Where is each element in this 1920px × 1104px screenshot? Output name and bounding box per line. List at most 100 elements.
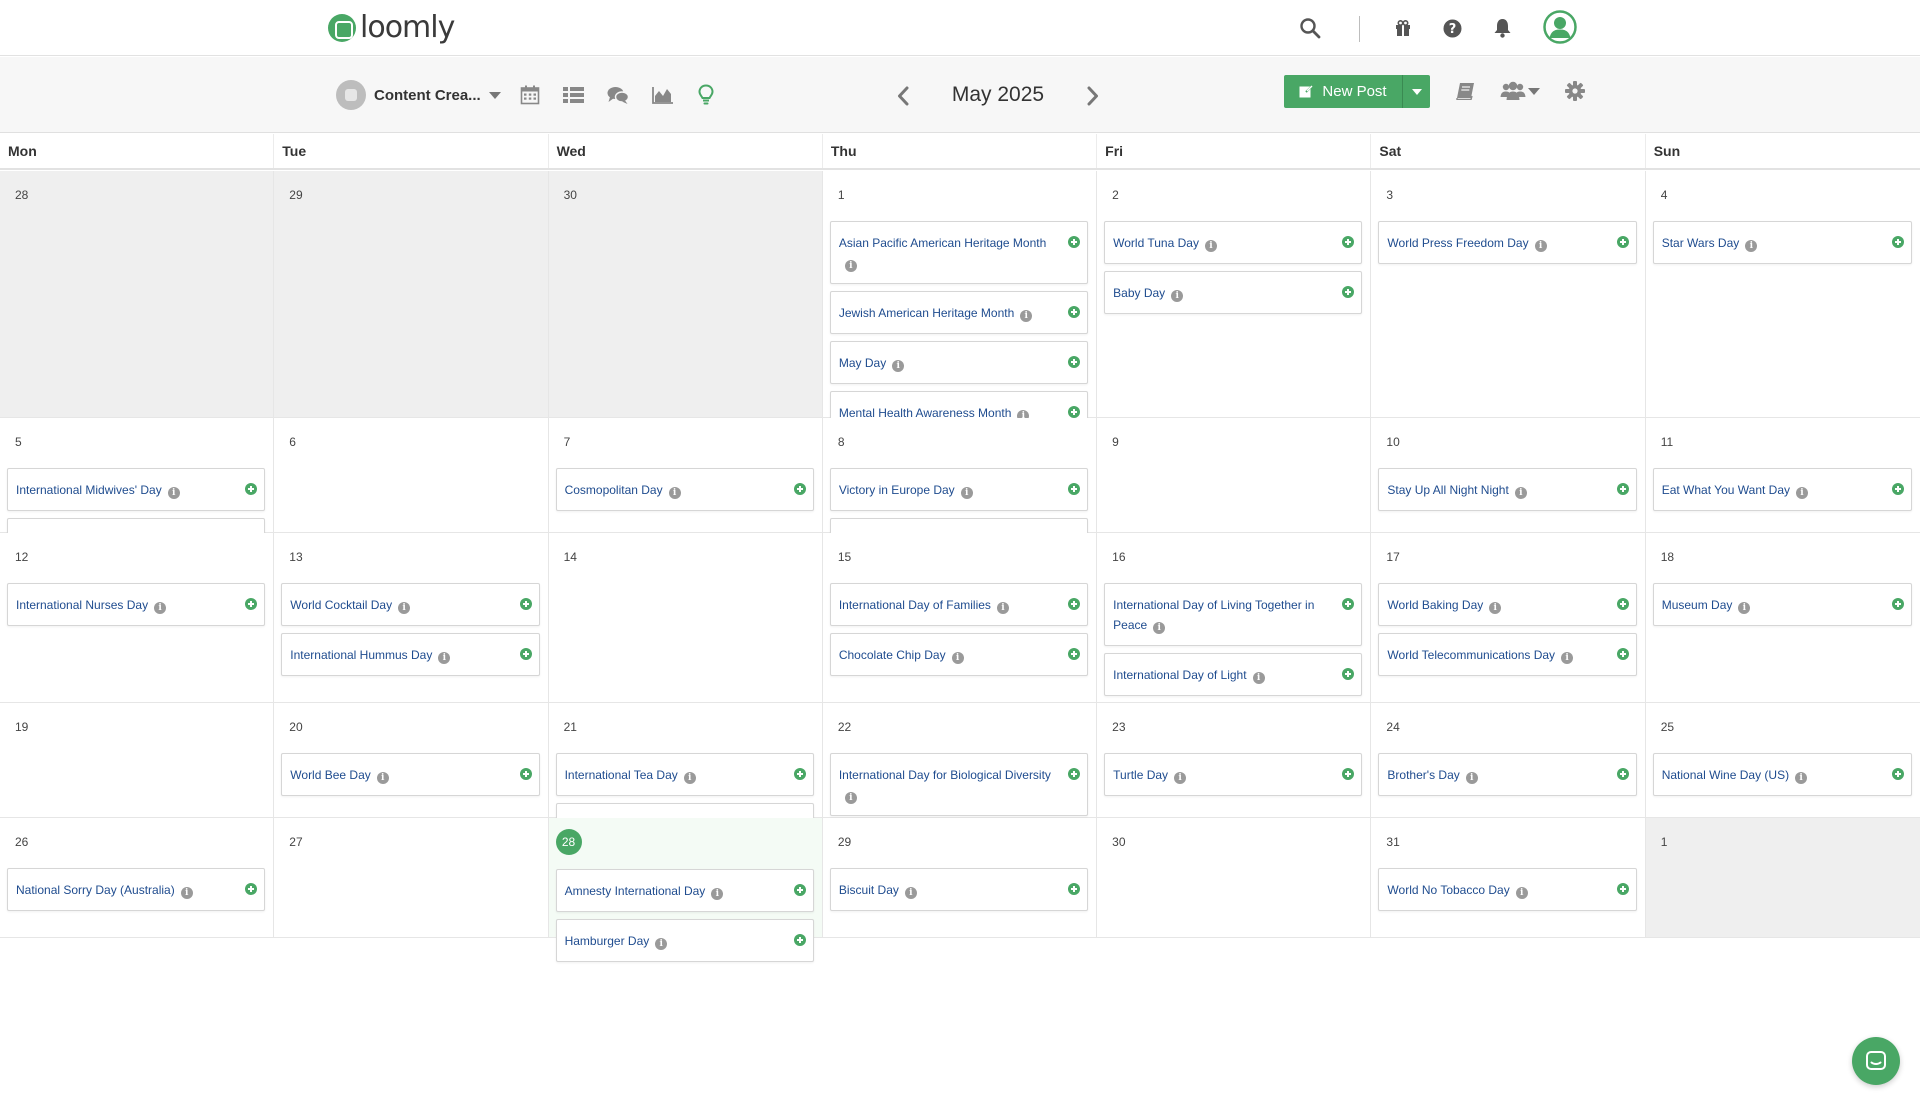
observance-event[interactable]: Amnesty International Day i xyxy=(555,869,814,912)
info-icon[interactable]: i xyxy=(1020,310,1033,322)
info-icon[interactable]: i xyxy=(668,487,681,499)
observance-event[interactable]: International Day of Families i xyxy=(829,583,1089,626)
day-cell[interactable]: 29 Biscuit Day i xyxy=(822,818,1098,938)
info-icon[interactable]: i xyxy=(844,792,857,804)
observance-event[interactable]: World Cocktail Day i xyxy=(281,583,540,626)
info-icon[interactable]: i xyxy=(1561,652,1574,664)
day-cell[interactable]: 12 International Nurses Day i xyxy=(0,533,275,703)
day-cell[interactable]: 5International Midwives' DayiCinco de Ma… xyxy=(0,418,275,561)
add-post-icon[interactable] xyxy=(1891,236,1904,248)
info-icon[interactable]: i xyxy=(1795,772,1808,784)
observance-event[interactable]: National Sorry Day (Australia) i xyxy=(7,868,266,911)
observance-event[interactable]: Biscuit Day i xyxy=(829,868,1089,911)
info-icon[interactable]: i xyxy=(1489,602,1502,614)
day-cell[interactable]: 8Victory in Europe DayiNo Socks Dayi xyxy=(822,418,1098,561)
add-post-icon[interactable] xyxy=(245,598,258,610)
observance-event[interactable]: Turtle Day i xyxy=(1104,753,1363,796)
info-icon[interactable]: i xyxy=(1515,887,1528,899)
whats-new-button[interactable] xyxy=(1389,14,1417,42)
add-post-icon[interactable] xyxy=(1068,768,1081,780)
day-cell[interactable]: 13 World Cocktail Day i International Hummu… xyxy=(274,533,549,703)
info-icon[interactable]: i xyxy=(1796,487,1808,499)
day-cell[interactable]: 31 World No Tobacco Day i xyxy=(1371,818,1646,938)
info-icon[interactable]: i xyxy=(1514,487,1527,499)
observance-event[interactable]: Eat What You Want Day i xyxy=(1652,468,1912,511)
info-icon[interactable]: i xyxy=(1534,240,1547,252)
day-cell[interactable]: 27 xyxy=(274,818,549,938)
add-post-icon[interactable] xyxy=(793,884,806,896)
info-icon[interactable]: i xyxy=(376,772,389,784)
info-icon[interactable]: i xyxy=(951,652,964,664)
previous-month-button[interactable] xyxy=(891,81,915,111)
info-icon[interactable]: i xyxy=(154,602,167,614)
observance-event[interactable]: World Press Freedom Day i xyxy=(1378,221,1637,264)
day-cell[interactable]: 14 xyxy=(548,533,823,703)
day-cell[interactable]: 30 xyxy=(548,171,823,418)
observance-event[interactable]: International Day of Living Together in … xyxy=(1104,583,1363,646)
info-icon[interactable]: i xyxy=(844,260,857,272)
help-button[interactable]: ? xyxy=(1438,14,1466,42)
observance-event[interactable]: Star Wars Day i xyxy=(1652,221,1912,264)
new-post-button[interactable]: New Post xyxy=(1284,75,1402,108)
observance-event[interactable]: International Midwives' Day i xyxy=(7,468,266,511)
info-icon[interactable]: i xyxy=(683,772,696,784)
add-post-icon[interactable] xyxy=(1068,306,1081,318)
add-post-icon[interactable] xyxy=(793,768,806,780)
info-icon[interactable]: i xyxy=(1252,672,1265,684)
observance-event[interactable]: Museum Day i xyxy=(1652,583,1912,626)
library-button[interactable] xyxy=(1452,77,1480,105)
calendar-settings-button[interactable] xyxy=(1561,77,1589,105)
observance-event[interactable]: International Day for Biological Diversi… xyxy=(829,753,1089,816)
next-month-button[interactable] xyxy=(1081,81,1105,111)
observance-event[interactable]: Jewish American Heritage Month i xyxy=(829,291,1089,334)
observance-event[interactable]: World Tuna Day i xyxy=(1104,221,1363,264)
observance-event[interactable]: Asian Pacific American Heritage Month i xyxy=(829,221,1089,284)
team-button[interactable] xyxy=(1500,77,1540,105)
day-cell[interactable]: 9 xyxy=(1097,418,1372,533)
day-cell[interactable]: 18 Museum Day i xyxy=(1645,533,1920,703)
info-icon[interactable]: i xyxy=(1153,622,1166,634)
observance-event[interactable]: May Day i xyxy=(829,341,1089,384)
observance-event[interactable]: Hamburger Day i xyxy=(555,919,814,962)
info-icon[interactable]: i xyxy=(1204,240,1217,252)
observance-event[interactable]: International Tea Day i xyxy=(555,753,814,796)
add-post-icon[interactable] xyxy=(793,483,806,495)
info-icon[interactable]: i xyxy=(1738,602,1751,614)
day-cell[interactable]: 24 Brother's Day i xyxy=(1371,703,1646,818)
search-button[interactable] xyxy=(1296,14,1324,42)
calendar-view-button[interactable] xyxy=(516,81,544,109)
day-cell[interactable]: 1 Asian Pacific American Heritage Monthi J… xyxy=(822,171,1098,484)
list-view-button[interactable] xyxy=(559,81,587,109)
observance-event[interactable]: World No Tobacco Day i xyxy=(1378,868,1637,911)
comments-view-button[interactable] xyxy=(604,81,632,109)
add-post-icon[interactable] xyxy=(793,934,806,946)
observance-event[interactable]: International Day of Light i xyxy=(1104,653,1363,696)
calendar-selector[interactable]: Content Crea... xyxy=(336,79,501,111)
day-cell[interactable]: 15 International Day of Families i Chocolat… xyxy=(822,533,1098,703)
add-post-icon[interactable] xyxy=(1342,598,1355,610)
add-post-icon[interactable] xyxy=(1068,598,1081,610)
new-post-options-button[interactable] xyxy=(1402,75,1430,108)
day-cell[interactable]: 23 Turtle Day i xyxy=(1097,703,1372,818)
add-post-icon[interactable] xyxy=(245,883,258,895)
observance-event[interactable]: Brother's Day i xyxy=(1378,753,1637,796)
info-icon[interactable]: i xyxy=(438,652,451,664)
add-post-icon[interactable] xyxy=(519,768,532,780)
day-cell[interactable]: 21International Tea DayiMemo Dayi xyxy=(548,703,823,846)
notifications-button[interactable] xyxy=(1488,14,1516,42)
observance-event[interactable]: Baby Day i xyxy=(1104,271,1363,314)
info-icon[interactable]: i xyxy=(892,360,905,372)
observance-event[interactable]: Stay Up All Night Night i xyxy=(1378,468,1637,511)
ideas-view-button[interactable] xyxy=(692,81,720,109)
add-post-icon[interactable] xyxy=(1342,286,1355,298)
day-cell[interactable]: 28 xyxy=(0,171,275,418)
info-icon[interactable]: i xyxy=(398,602,411,614)
day-cell[interactable]: 7 Cosmopolitan Day i xyxy=(548,418,823,533)
info-icon[interactable]: i xyxy=(996,602,1009,614)
observance-event[interactable]: Victory in Europe Day i xyxy=(829,468,1089,511)
add-post-icon[interactable] xyxy=(1068,356,1081,368)
loomly-logo[interactable]: loomly xyxy=(328,10,455,46)
day-cell[interactable]: 17 World Baking Day i World Telecommunicati… xyxy=(1371,533,1646,703)
observance-event[interactable]: Chocolate Chip Day i xyxy=(829,633,1089,676)
info-icon[interactable]: i xyxy=(960,487,973,499)
